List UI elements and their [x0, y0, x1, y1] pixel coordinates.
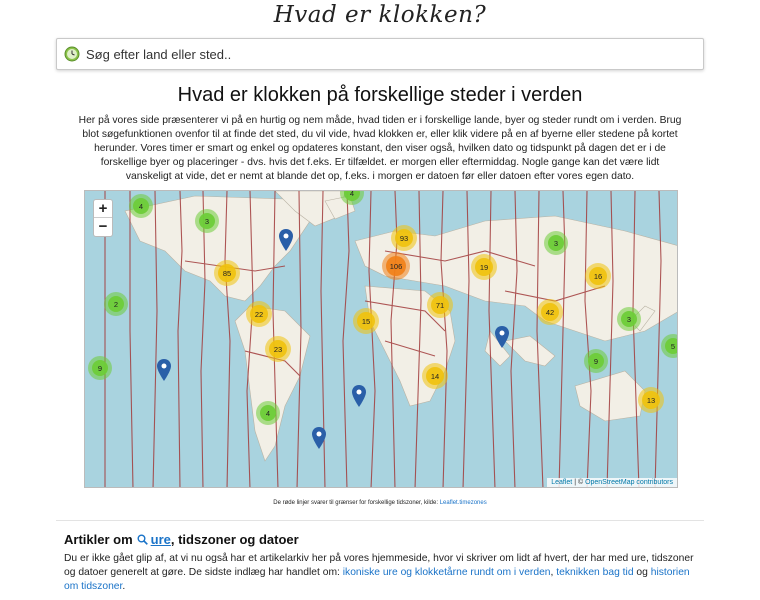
- cluster-count: 106: [386, 256, 406, 276]
- page-heading: Hvad er klokken på forskellige steder i …: [177, 84, 583, 106]
- site-title: Hvad er klokken?: [273, 2, 487, 28]
- cluster-count: 42: [541, 303, 559, 321]
- map-cluster[interactable]: 93: [391, 225, 417, 251]
- caption-text: De røde linjer svarer til grænser for fo…: [273, 500, 440, 506]
- map-cluster[interactable]: 106: [382, 252, 410, 280]
- world-map[interactable]: + − 4 3 4 93 3 85 106 19 16 2 22 15 71 4…: [84, 190, 678, 488]
- osm-link[interactable]: OpenStreetMap contributors: [585, 479, 673, 486]
- map-cluster[interactable]: 22: [246, 301, 272, 327]
- map-caption: De røde linjer svarer til grænser for fo…: [0, 500, 760, 506]
- articles-heading-prefix: Artikler om: [64, 532, 133, 547]
- section-divider: [56, 520, 704, 521]
- map-cluster[interactable]: 23: [265, 336, 291, 362]
- map-marker-pin[interactable]: [312, 427, 326, 449]
- cluster-count: 85: [218, 264, 236, 282]
- cluster-count: 71: [431, 296, 449, 314]
- cluster-count: 5: [665, 338, 677, 354]
- attribution-separator: | ©: [572, 479, 586, 486]
- intro-text: Her på vores side præsenterer vi på en h…: [78, 115, 682, 182]
- magnifier-icon: [137, 534, 148, 545]
- map-cluster[interactable]: 15: [353, 308, 379, 334]
- cluster-count: 4: [344, 191, 360, 201]
- cluster-count: 23: [269, 340, 287, 358]
- cluster-count: 13: [642, 391, 660, 409]
- cluster-count: 9: [588, 353, 604, 369]
- article-link-time-technology[interactable]: teknikken bag tid: [556, 567, 633, 578]
- cluster-count: 19: [475, 258, 493, 276]
- map-cluster[interactable]: 42: [537, 299, 563, 325]
- map-cluster[interactable]: 9: [88, 356, 112, 380]
- zoom-control: + −: [93, 199, 113, 237]
- leaflet-link[interactable]: Leaflet: [551, 479, 572, 486]
- cluster-count: 4: [133, 198, 149, 214]
- article-link-iconic-clocks[interactable]: ikoniske ure og klokketårne rundt om i v…: [343, 567, 551, 578]
- zoom-in-button[interactable]: +: [94, 200, 112, 218]
- map-cluster[interactable]: 3: [195, 209, 219, 233]
- zoom-out-button[interactable]: −: [94, 218, 112, 236]
- map-background: [104, 191, 677, 487]
- articles-text: Du er ikke gået glip af, at vi nu også h…: [64, 552, 704, 594]
- map-cluster[interactable]: 19: [471, 254, 497, 280]
- map-cluster[interactable]: 3: [617, 307, 641, 331]
- map-attribution: Leaflet | © OpenStreetMap contributors: [547, 478, 677, 487]
- cluster-count: 3: [621, 311, 637, 327]
- map-cluster[interactable]: 9: [584, 349, 608, 373]
- article-end: .: [122, 581, 126, 592]
- map-cluster[interactable]: 85: [214, 260, 240, 286]
- search-input[interactable]: [86, 46, 686, 62]
- article-separator: og: [633, 567, 651, 578]
- map-cluster[interactable]: 16: [585, 263, 611, 289]
- map-marker-pin[interactable]: [279, 229, 293, 251]
- search-bar[interactable]: [56, 38, 704, 70]
- map-cluster[interactable]: 3: [544, 231, 568, 255]
- map-cluster[interactable]: 71: [427, 292, 453, 318]
- timezones-source-link[interactable]: Leaflet.timezones: [440, 500, 487, 506]
- map-cluster[interactable]: 2: [104, 292, 128, 316]
- articles-heading: Artikler om ure, tidszoner og datoer: [64, 532, 299, 547]
- cluster-count: 22: [250, 305, 268, 323]
- cluster-count: 3: [199, 213, 215, 229]
- articles-heading-suffix: , tidszoner og datoer: [170, 532, 299, 547]
- map-cluster[interactable]: 13: [638, 387, 664, 413]
- cluster-count: 15: [357, 312, 375, 330]
- clock-icon: [64, 46, 80, 62]
- map-marker-pin[interactable]: [157, 359, 171, 381]
- cluster-count: 9: [92, 360, 108, 376]
- map-cluster[interactable]: 4: [129, 194, 153, 218]
- cluster-count: 4: [260, 405, 276, 421]
- map-cluster[interactable]: 14: [422, 363, 448, 389]
- map-marker-pin[interactable]: [495, 326, 509, 348]
- cluster-count: 16: [589, 267, 607, 285]
- cluster-count: 3: [548, 235, 564, 251]
- map-marker-pin[interactable]: [352, 385, 366, 407]
- articles-heading-link[interactable]: ure: [151, 532, 171, 547]
- cluster-count: 93: [395, 229, 413, 247]
- map-cluster[interactable]: 5: [661, 334, 677, 358]
- cluster-count: 14: [426, 367, 444, 385]
- cluster-count: 2: [108, 296, 124, 312]
- map-cluster[interactable]: 4: [256, 401, 280, 425]
